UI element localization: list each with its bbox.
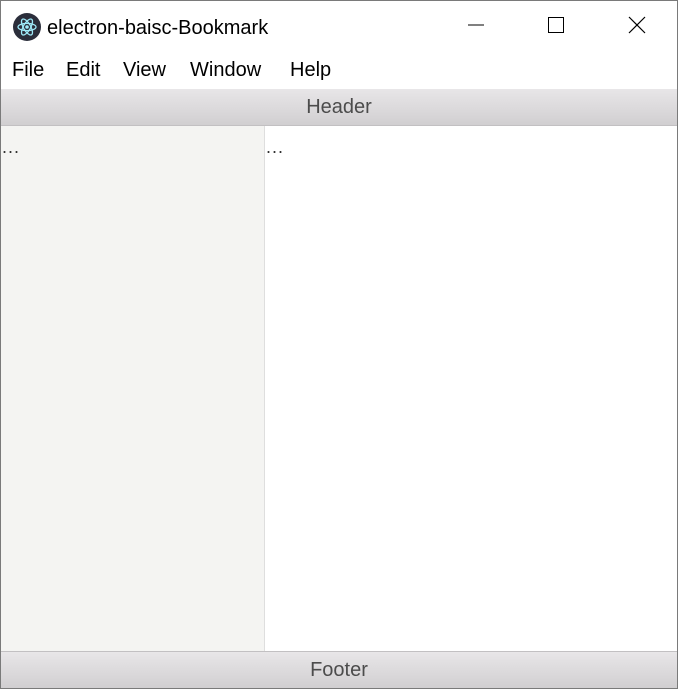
menu-help[interactable]: Help <box>290 59 331 82</box>
maximize-icon <box>548 16 564 38</box>
menu-bar: File Edit View Window Help <box>1 53 677 89</box>
menu-window[interactable]: Window <box>190 59 261 82</box>
app-window: electron-baisc-Bookmark File Edit View W… <box>0 0 678 689</box>
menu-file[interactable]: File <box>12 59 44 82</box>
minimize-button[interactable] <box>436 1 516 53</box>
close-icon <box>628 16 646 39</box>
maximize-button[interactable] <box>516 1 596 53</box>
page-footer: Footer <box>1 651 677 688</box>
main-placeholder-text: ... <box>266 137 285 157</box>
close-button[interactable] <box>597 1 677 53</box>
page-header: Header <box>1 89 677 126</box>
menu-view[interactable]: View <box>123 59 166 82</box>
electron-atom-icon <box>13 13 41 41</box>
sidebar-pane: ... <box>1 126 265 651</box>
window-title: electron-baisc-Bookmark <box>47 17 269 39</box>
title-bar[interactable]: electron-baisc-Bookmark <box>1 1 677 53</box>
menu-edit[interactable]: Edit <box>66 59 100 82</box>
sidebar-placeholder-text: ... <box>2 137 21 157</box>
minimize-icon <box>468 17 484 38</box>
main-content-pane: ... <box>265 126 677 651</box>
